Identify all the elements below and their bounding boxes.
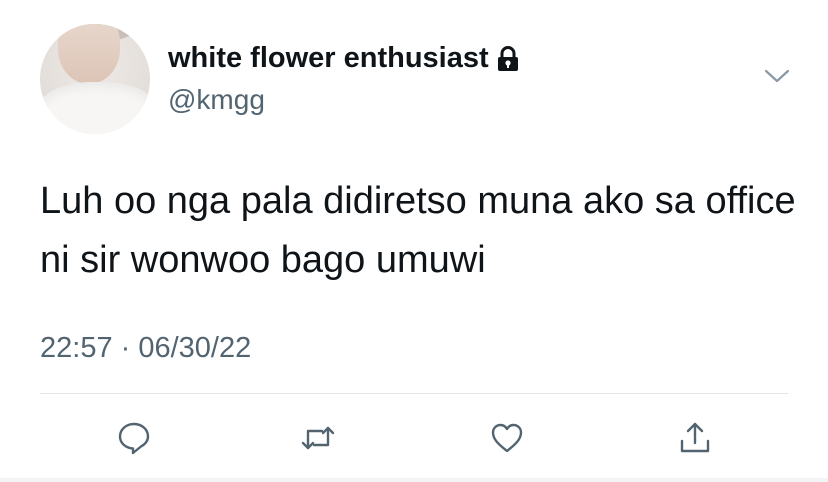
reply-icon [118,422,150,455]
user-handle[interactable]: @kmgg [168,84,265,116]
retweet-icon [301,426,335,450]
display-name[interactable]: white flower enthusiast [168,42,519,75]
divider [40,393,788,394]
tweet-card: white flower enthusiast @kmgg Luh oo nga… [0,0,828,482]
display-name-text: white flower enthusiast [168,42,489,74]
chevron-down-icon[interactable] [764,66,790,86]
share-icon [680,422,710,453]
like-icon [491,423,523,453]
retweet-button[interactable] [298,418,338,458]
avatar[interactable] [40,24,150,134]
share-button[interactable] [675,418,715,458]
like-button[interactable] [487,418,527,458]
lock-icon [497,45,518,71]
tweet-text: Luh oo nga pala didiretso muna ako sa of… [40,180,796,281]
bottom-border [0,478,828,482]
tweet-timestamp[interactable]: 22:57 · 06/30/22 [40,332,251,365]
reply-button[interactable] [114,418,154,458]
